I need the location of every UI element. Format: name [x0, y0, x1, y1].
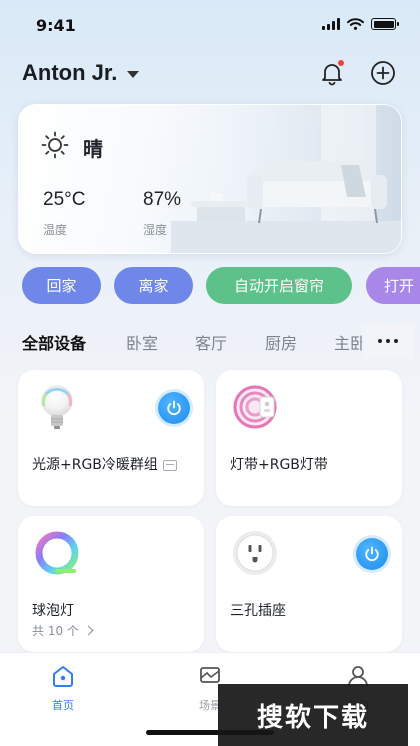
group-icon	[162, 459, 177, 471]
scene-chip-open-curtain[interactable]: 自动开启窗帘	[206, 267, 352, 304]
device-count: 共 10 个	[32, 624, 79, 638]
tab-bedroom[interactable]: 卧室	[126, 330, 158, 354]
battery-icon	[371, 18, 399, 30]
socket-icon	[233, 531, 277, 575]
weather-card[interactable]: 晴 25°C 温度 87% 湿度	[18, 104, 402, 254]
status-icons	[322, 18, 399, 30]
status-bar: 9:41	[0, 0, 420, 50]
notification-dot	[338, 60, 344, 66]
nav-home-label: 首页	[52, 699, 74, 712]
tab-living-room[interactable]: 客厅	[195, 330, 227, 354]
device-name: 三孔插座	[230, 603, 286, 619]
cellular-signal-icon	[322, 18, 340, 30]
caret-down-icon	[127, 71, 140, 78]
tab-master-bedroom[interactable]: 主卧	[334, 330, 362, 354]
nav-home[interactable]: 首页	[33, 663, 93, 713]
power-icon	[167, 400, 181, 416]
notification-button[interactable]	[319, 60, 345, 86]
device-name: 球泡灯	[32, 603, 74, 619]
scene-chips: 回家 离家 自动开启窗帘 打开	[22, 267, 420, 307]
plus-circle-icon	[371, 61, 395, 85]
temperature-value: 25°C	[43, 189, 86, 210]
user-name: Anton Jr.	[22, 60, 118, 85]
add-button[interactable]	[370, 60, 396, 86]
weather-condition: 晴	[83, 137, 103, 161]
device-count-link[interactable]: 共 10 个	[32, 622, 94, 639]
watermark: 搜软下载	[218, 684, 408, 746]
temperature-label: 温度	[43, 223, 68, 237]
device-name: 光源+RGB冷暖群组	[32, 454, 177, 474]
device-card-light-strip[interactable]: 灯带+RGB灯带	[216, 370, 402, 506]
humidity-label: 湿度	[143, 223, 168, 237]
sun-icon	[41, 131, 69, 159]
wifi-icon	[347, 18, 364, 30]
power-button[interactable]	[158, 392, 190, 424]
power-icon	[365, 546, 379, 562]
device-card-bulb[interactable]: 球泡灯 共 10 个	[18, 516, 204, 652]
user-switcher[interactable]: Anton Jr.	[22, 60, 140, 86]
rgb-ring-icon	[35, 531, 79, 575]
device-card-light-group[interactable]: 光源+RGB冷暖群组	[18, 370, 204, 506]
living-room-illustration	[171, 105, 401, 253]
light-bulb-icon	[41, 385, 73, 429]
scene-chip-away[interactable]: 离家	[114, 267, 193, 304]
light-strip-icon	[233, 385, 277, 429]
device-name: 灯带+RGB灯带	[230, 457, 328, 473]
humidity-value: 87%	[143, 189, 182, 210]
more-tabs-button[interactable]	[362, 324, 414, 358]
home-icon	[53, 666, 73, 687]
tab-all-devices[interactable]: 全部设备	[22, 330, 86, 354]
power-button[interactable]	[356, 538, 388, 570]
more-dot-icon	[378, 339, 382, 343]
device-card-socket[interactable]: 三孔插座	[216, 516, 402, 652]
scene-chip-home[interactable]: 回家	[22, 267, 101, 304]
status-time: 9:41	[36, 16, 76, 35]
scene-chip-open[interactable]: 打开	[366, 267, 420, 304]
room-tabs: 全部设备 卧室 客厅 厨房 主卧	[22, 330, 362, 354]
tab-kitchen[interactable]: 厨房	[265, 330, 297, 354]
chevron-right-icon	[83, 625, 94, 636]
